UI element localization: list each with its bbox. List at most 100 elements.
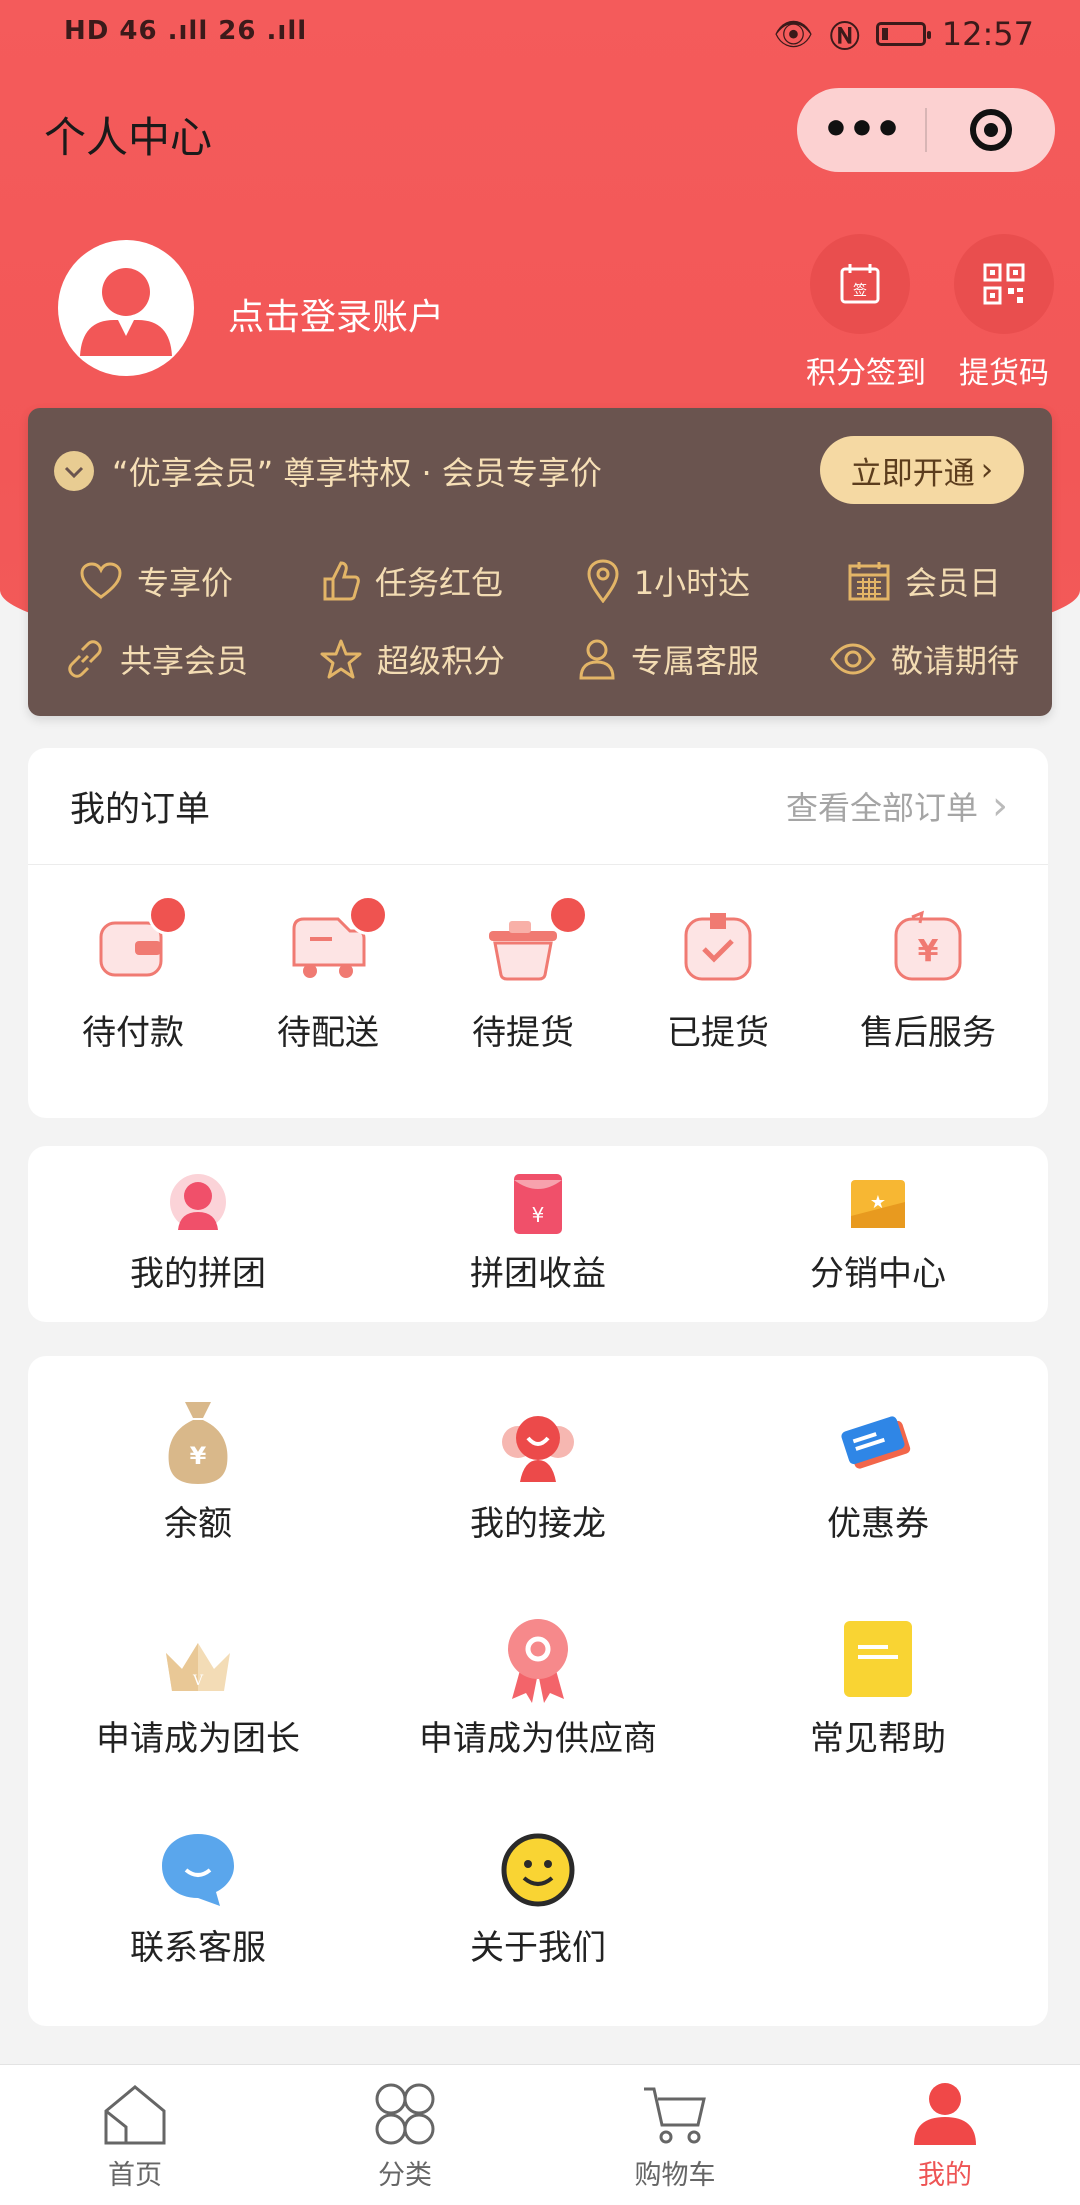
badge-dot xyxy=(348,895,388,935)
order-label: 售后服务 xyxy=(860,1013,996,1053)
service-label: 联系客服 xyxy=(130,1928,266,1968)
qr-code-icon xyxy=(983,263,1025,305)
heart-icon xyxy=(80,562,122,599)
order-pending-pickup[interactable]: 待提货 xyxy=(418,895,628,1054)
svg-text:¥: ¥ xyxy=(532,1203,545,1227)
tab-home[interactable]: 首页 xyxy=(0,2065,270,2205)
thumbs-up-icon xyxy=(323,561,360,601)
service-label: 常见帮助 xyxy=(810,1719,946,1759)
order-picked-up[interactable]: 已提货 xyxy=(628,909,808,1054)
perk-label: 专属客服 xyxy=(630,642,759,680)
group-buy-avatar-icon xyxy=(170,1174,226,1230)
orders-title: 我的订单 xyxy=(70,789,211,830)
membership-perks: 专享价 任务红包 1小时达 会员日 共享会员 超级积分 专属客服 敬请期待 xyxy=(28,542,1052,698)
perk-label: 会员日 xyxy=(904,564,1001,602)
category-icon xyxy=(375,2083,435,2145)
group-label: 分销中心 xyxy=(810,1254,946,1294)
perk-shared-membership: 共享会员 xyxy=(28,636,284,682)
order-after-sales[interactable]: ¥ 售后服务 xyxy=(808,909,1048,1054)
order-label: 待配送 xyxy=(277,1013,379,1053)
eye-comfort-icon: 👁 xyxy=(773,15,814,53)
link-icon xyxy=(68,640,102,678)
badge-dot xyxy=(548,895,588,935)
chevron-right-icon: › xyxy=(992,783,1008,829)
perk-super-points: 超级积分 xyxy=(284,636,540,682)
tab-cart[interactable]: 购物车 xyxy=(540,2065,810,2205)
tab-profile[interactable]: 我的 xyxy=(810,2065,1080,2205)
order-label: 待付款 xyxy=(82,1013,184,1053)
login-link[interactable]: 点击登录账户 xyxy=(228,288,444,340)
eye-icon xyxy=(830,643,876,675)
svg-text:★: ★ xyxy=(870,1192,886,1213)
svg-text:V: V xyxy=(192,1673,204,1689)
smiley-icon xyxy=(501,1833,575,1907)
apply-group-leader[interactable]: V 申请成为团长 xyxy=(28,1613,368,1760)
order-pending-payment[interactable]: 待付款 xyxy=(28,895,238,1054)
service-label: 余额 xyxy=(164,1504,232,1544)
faq-help[interactable]: 常见帮助 xyxy=(708,1613,1048,1760)
refund-yen-icon: ¥ xyxy=(894,910,962,981)
open-membership-button[interactable]: 立即开通 › xyxy=(820,436,1024,504)
tab-label: 购物车 xyxy=(634,2160,716,2191)
cart-icon xyxy=(644,2087,706,2144)
service-label: 申请成为团长 xyxy=(96,1719,300,1759)
apply-supplier[interactable]: 申请成为供应商 xyxy=(368,1613,708,1760)
crown-icon: V xyxy=(166,1643,230,1691)
star-icon xyxy=(320,639,362,679)
tab-label: 我的 xyxy=(918,2160,972,2191)
nfc-icon: Ⓝ xyxy=(829,20,860,55)
battery-icon xyxy=(875,22,931,46)
group-label: 拼团收益 xyxy=(470,1254,606,1294)
view-all-orders-link[interactable]: 查看全部订单 › xyxy=(786,783,1008,829)
svg-text:¥: ¥ xyxy=(918,934,939,969)
order-pending-delivery[interactable]: 待配送 xyxy=(238,895,418,1054)
home-icon xyxy=(104,2085,166,2145)
distribution-card-icon: ★ xyxy=(851,1180,905,1228)
close-miniprogram-button[interactable] xyxy=(927,109,1055,151)
perk-label: 敬请期待 xyxy=(890,642,1019,680)
page-title: 个人中心 xyxy=(44,113,213,162)
tab-label: 首页 xyxy=(108,2160,162,2191)
my-solitaire[interactable]: 我的接龙 xyxy=(368,1398,708,1545)
perk-coming-soon: 敬请期待 xyxy=(796,636,1052,682)
order-label: 待提货 xyxy=(472,1013,574,1053)
service-person-icon xyxy=(579,639,615,680)
group-buy-card: 我的拼团 ¥ 拼团收益 ★ 分销中心 xyxy=(28,1146,1048,1322)
perk-task-redpacket: 任务红包 xyxy=(284,558,540,604)
tab-category[interactable]: 分类 xyxy=(270,2065,540,2205)
coupons[interactable]: 优惠券 xyxy=(708,1398,1048,1545)
services-card: ¥ 余额 我的接龙 优惠券 V 申请成为团长 申请成为供应商 常见帮助 联系客服 xyxy=(28,1356,1048,2026)
pickup-code-label: 提货码 xyxy=(959,356,1049,391)
perk-dedicated-service: 专属客服 xyxy=(540,636,796,682)
membership-card[interactable]: “优享会员” 尊享特权 · 会员专享价 立即开通 › 专享价 任务红包 1小时达… xyxy=(28,408,1052,716)
perk-label: 超级积分 xyxy=(376,642,505,680)
red-envelope-icon: ¥ xyxy=(514,1174,562,1234)
group-buy-earnings[interactable]: ¥ 拼团收益 xyxy=(368,1172,708,1295)
perk-member-day: 会员日 xyxy=(796,558,1052,604)
balance[interactable]: ¥ 余额 xyxy=(28,1398,368,1545)
calendar-icon xyxy=(848,562,890,601)
perk-label: 共享会员 xyxy=(119,642,248,680)
perk-label: 任务红包 xyxy=(374,564,503,602)
status-bar: HD 46 .ıll 26 .ıll 👁 Ⓝ 12:57 xyxy=(0,0,1080,66)
signal-indicators: HD 46 .ıll 26 .ıll xyxy=(64,16,308,46)
badge-dot xyxy=(148,895,188,935)
open-membership-label: 立即开通 xyxy=(850,455,975,492)
avatar[interactable] xyxy=(58,240,194,376)
pickup-code-button[interactable]: 提货码 xyxy=(950,234,1058,392)
order-label: 已提货 xyxy=(667,1013,769,1053)
contact-service[interactable]: 联系客服 xyxy=(28,1828,368,1969)
my-group-buy[interactable]: 我的拼团 xyxy=(28,1172,368,1295)
svg-text:签: 签 xyxy=(853,282,867,299)
svg-text:¥: ¥ xyxy=(190,1442,207,1470)
tab-label: 分类 xyxy=(378,2160,432,2191)
perk-exclusive-price: 专享价 xyxy=(28,558,284,604)
view-all-orders-label: 查看全部订单 xyxy=(785,789,978,827)
distribution-center[interactable]: ★ 分销中心 xyxy=(708,1172,1048,1295)
about-us[interactable]: 关于我们 xyxy=(368,1828,708,1969)
service-label: 我的接龙 xyxy=(470,1504,606,1544)
perk-label: 1小时达 xyxy=(633,564,751,602)
points-checkin-button[interactable]: 签 积分签到 xyxy=(806,234,926,392)
more-menu-icon[interactable]: ••• xyxy=(797,100,925,160)
membership-title: “优享会员” 尊享特权 · 会员专享价 xyxy=(112,454,602,492)
